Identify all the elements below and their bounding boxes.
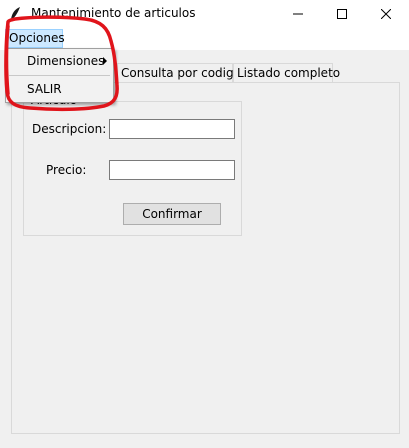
- title-bar: Mantenimiento de articulos: [0, 0, 409, 28]
- opciones-dropdown-menu: Dimensiones SALIR: [5, 48, 114, 103]
- tab-listado-completo[interactable]: Listado completo: [233, 63, 340, 83]
- descripcion-input[interactable]: [109, 119, 235, 139]
- menu-item-salir-label: SALIR: [27, 82, 62, 96]
- submenu-arrow-icon: [103, 57, 107, 65]
- close-icon: [381, 9, 391, 19]
- menu-opciones[interactable]: Opciones: [5, 29, 65, 48]
- menu-bar: Opciones: [0, 28, 409, 50]
- close-button[interactable]: [364, 0, 408, 28]
- tab-consulta-por-codigo[interactable]: Consulta por codigo: [117, 63, 241, 83]
- maximize-icon: [337, 9, 347, 19]
- minimize-icon: [293, 13, 303, 15]
- menu-item-dimensiones[interactable]: Dimensiones: [7, 50, 112, 72]
- feather-icon: [10, 7, 20, 21]
- menu-item-dimensiones-label: Dimensiones: [27, 54, 105, 68]
- precio-input[interactable]: [109, 160, 235, 180]
- descripcion-label: Descripcion:: [32, 122, 107, 136]
- confirmar-button[interactable]: Confirmar: [123, 203, 221, 225]
- window-title: Mantenimiento de articulos: [31, 6, 196, 20]
- menu-separator: [9, 75, 110, 76]
- menu-item-salir[interactable]: SALIR: [7, 78, 112, 100]
- maximize-button[interactable]: [320, 0, 364, 28]
- precio-label: Precio:: [46, 163, 87, 177]
- minimize-button[interactable]: [276, 0, 320, 28]
